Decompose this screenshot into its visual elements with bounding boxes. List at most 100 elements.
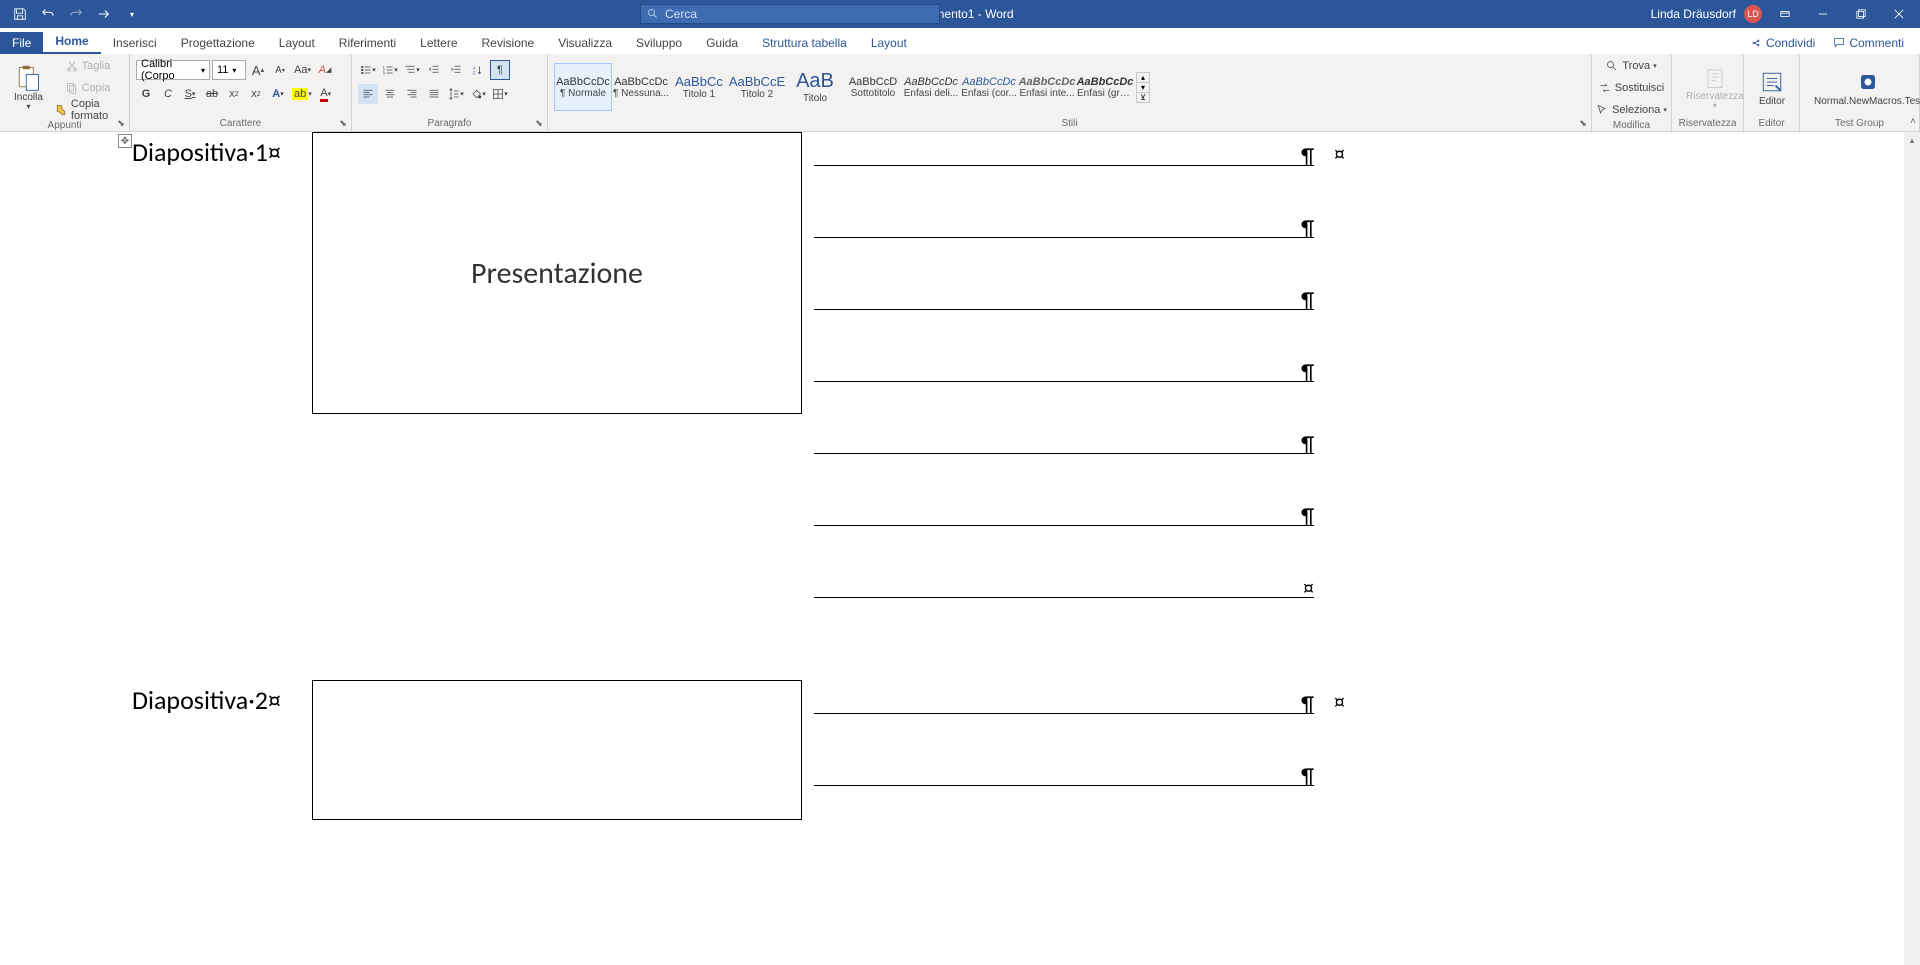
collapse-ribbon-button[interactable]: ˄: [1910, 116, 1916, 127]
shading-button[interactable]: ▾: [468, 84, 488, 104]
text-effects-button[interactable]: A▾: [268, 84, 288, 104]
style-item[interactable]: AaBbCcTitolo 1: [670, 63, 728, 111]
styles-dialog-launcher[interactable]: ⬊: [1577, 117, 1589, 129]
align-center-button[interactable]: [380, 84, 400, 104]
tab-home[interactable]: Home: [43, 30, 100, 54]
style-item[interactable]: AaBbCcDc¶ Normale: [554, 63, 612, 111]
multilevel-list-button[interactable]: ▾: [402, 60, 422, 80]
tab-mailings[interactable]: Lettere: [408, 32, 469, 54]
font-size-select[interactable]: 11▾: [212, 60, 246, 80]
increase-indent-button[interactable]: [446, 60, 466, 80]
font-color-button[interactable]: A▾: [316, 84, 336, 104]
customize-qat-button[interactable]: ▾: [122, 4, 142, 24]
style-item[interactable]: AaBbCcDcEnfasi (cor...: [960, 63, 1018, 111]
select-button[interactable]: Seleziona▾: [1598, 100, 1665, 120]
superscript-button[interactable]: x2: [246, 84, 266, 104]
font-name-select[interactable]: Calibri (Corpo▾: [136, 60, 210, 80]
find-button[interactable]: Trova▾: [1598, 56, 1665, 76]
scroll-up-button[interactable]: ▴: [1904, 132, 1920, 148]
note-line[interactable]: ¶: [814, 756, 1314, 786]
notes-column[interactable]: ¶¶: [814, 680, 1314, 828]
strikethrough-button[interactable]: ab: [202, 84, 222, 104]
slide-thumbnail[interactable]: [312, 680, 802, 820]
tab-view[interactable]: Visualizza: [546, 32, 624, 54]
paragraph-dialog-launcher[interactable]: ⬊: [533, 117, 545, 129]
tab-references[interactable]: Riferimenti: [327, 32, 408, 54]
share-button[interactable]: Condividi: [1744, 32, 1821, 54]
font-dialog-launcher[interactable]: ⬊: [337, 117, 349, 129]
subscript-button[interactable]: x2: [224, 84, 244, 104]
underline-button[interactable]: S▾: [180, 84, 200, 104]
align-left-button[interactable]: [358, 84, 378, 104]
tab-table-design[interactable]: Struttura tabella: [750, 32, 859, 54]
note-line[interactable]: ¶: [814, 136, 1314, 166]
shrink-font-button[interactable]: A▾: [270, 60, 290, 80]
table-move-handle[interactable]: ✥: [118, 134, 132, 148]
close-button[interactable]: [1884, 0, 1914, 28]
notes-column[interactable]: ¶¶¶¶¶¶¤: [814, 132, 1314, 640]
tab-design[interactable]: Progettazione: [169, 32, 267, 54]
note-line[interactable]: ¶: [814, 352, 1314, 382]
user-avatar[interactable]: LD: [1744, 5, 1762, 23]
clear-formatting-button[interactable]: A◢: [315, 60, 335, 80]
sort-button[interactable]: AZ: [468, 60, 488, 80]
style-item[interactable]: AaBbCcDc¶ Nessuna...: [612, 63, 670, 111]
slide-thumbnail[interactable]: Presentazione: [312, 132, 802, 414]
numbering-button[interactable]: 123▾: [380, 60, 400, 80]
bold-button[interactable]: G: [136, 84, 156, 104]
italic-button[interactable]: C: [158, 84, 178, 104]
copy-button[interactable]: Copia: [53, 78, 123, 98]
user-name[interactable]: Linda Dräusdorf: [1651, 7, 1736, 21]
save-button[interactable]: [10, 4, 30, 24]
justify-button[interactable]: [424, 84, 444, 104]
clipboard-dialog-launcher[interactable]: ⬊: [115, 117, 127, 129]
tab-help[interactable]: Guida: [694, 32, 750, 54]
tab-review[interactable]: Revisione: [470, 32, 547, 54]
macro-button[interactable]: Normal.NewMacros.Test: [1806, 56, 1920, 118]
vertical-scrollbar[interactable]: ▴: [1904, 132, 1920, 965]
style-item[interactable]: AaBbCcDcEnfasi deli...: [902, 63, 960, 111]
tab-file[interactable]: File: [0, 32, 43, 54]
gallery-more-button[interactable]: ⊻: [1137, 93, 1149, 102]
gallery-up-button[interactable]: ▴: [1137, 73, 1149, 83]
undo-button[interactable]: [38, 4, 58, 24]
minimize-button[interactable]: [1808, 0, 1838, 28]
cut-button[interactable]: Taglia: [53, 56, 123, 76]
borders-button[interactable]: ▾: [490, 84, 510, 104]
grow-font-button[interactable]: A▴: [248, 60, 268, 80]
style-item[interactable]: AaBTitolo: [786, 63, 844, 111]
format-painter-button[interactable]: Copia formato: [53, 100, 123, 120]
note-line[interactable]: ¶: [814, 208, 1314, 238]
change-case-button[interactable]: Aa▾: [292, 60, 313, 80]
comments-button[interactable]: Commenti: [1827, 32, 1910, 54]
slide-label[interactable]: Diapositiva·2¤: [132, 680, 312, 716]
note-line[interactable]: ¶: [814, 496, 1314, 526]
note-line[interactable]: ¶: [814, 280, 1314, 310]
bullets-button[interactable]: ▾: [358, 60, 378, 80]
style-item[interactable]: AaBbCcDcEnfasi inte...: [1018, 63, 1076, 111]
gallery-down-button[interactable]: ▾: [1137, 83, 1149, 93]
highlight-button[interactable]: ab▾: [290, 84, 314, 104]
replace-button[interactable]: Sostituisci: [1598, 78, 1665, 98]
tab-insert[interactable]: Inserisci: [101, 32, 169, 54]
tab-table-layout[interactable]: Layout: [859, 32, 919, 54]
style-item[interactable]: AaBbCcDcEnfasi (gra...: [1076, 63, 1134, 111]
align-right-button[interactable]: [402, 84, 422, 104]
macro-run-button[interactable]: [94, 4, 114, 24]
note-line[interactable]: ¶: [814, 684, 1314, 714]
tab-developer[interactable]: Sviluppo: [624, 32, 694, 54]
line-spacing-button[interactable]: ▾: [446, 84, 466, 104]
note-line[interactable]: ¶: [814, 424, 1314, 454]
decrease-indent-button[interactable]: [424, 60, 444, 80]
show-marks-button[interactable]: ¶: [490, 60, 510, 80]
search-box[interactable]: Cerca: [640, 4, 940, 24]
style-item[interactable]: AaBbCcDSottotitolo: [844, 63, 902, 111]
slide-label[interactable]: Diapositiva·1¤: [132, 132, 312, 168]
paste-button[interactable]: Incolla ▾: [6, 56, 51, 120]
editor-button[interactable]: Editor: [1750, 56, 1794, 118]
restore-button[interactable]: [1846, 0, 1876, 28]
style-item[interactable]: AaBbCcETitolo 2: [728, 63, 786, 111]
document-area[interactable]: ✥ Diapositiva·1¤Presentazione¶¶¶¶¶¶¤¤Dia…: [0, 132, 1920, 965]
tab-layout[interactable]: Layout: [267, 32, 327, 54]
ribbon-display-button[interactable]: [1770, 0, 1800, 28]
